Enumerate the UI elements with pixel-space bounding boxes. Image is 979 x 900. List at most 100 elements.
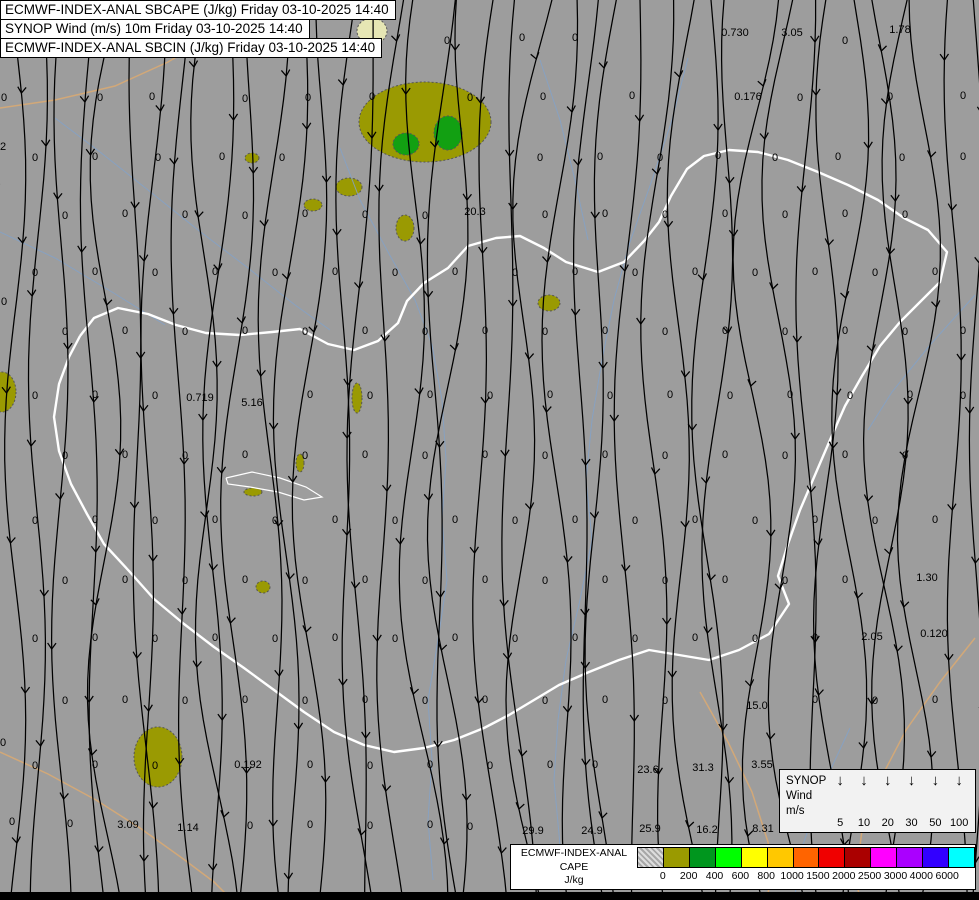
streamline-arrow-icon (213, 263, 223, 272)
streamline-arrow-icon (884, 547, 894, 556)
cape-patch (395, 214, 415, 242)
title-sbcin: ECMWF-INDEX-ANAL SBCIN (J/kg) Friday 03-… (0, 38, 383, 58)
cape-patch (351, 382, 363, 414)
streamline-arrow-icon (598, 61, 608, 70)
streamline-arrow-icon (337, 78, 348, 87)
wind-legend-line: m/s (786, 804, 805, 817)
cape-color-cell (923, 848, 950, 867)
streamline-arrow-icon (11, 836, 21, 845)
river-line (867, 294, 976, 431)
streamline (831, 0, 870, 900)
streamline-arrow-icon (619, 264, 629, 273)
streamline-arrow-icon (414, 387, 424, 396)
streamline-arrow-icon (853, 591, 864, 600)
streamline-arrow-icon (747, 378, 757, 388)
wind-speed-label: 5 (837, 817, 844, 829)
streamline-arrow-icon (515, 801, 525, 811)
cape-patch (295, 453, 305, 473)
streamline-arrow-icon (226, 616, 236, 625)
cape-tick-label: 3000 (883, 870, 908, 882)
cape-patch (255, 580, 271, 594)
wind-arrow-icon: ↓ (884, 772, 892, 789)
cape-color-cell (793, 848, 820, 867)
weather-map: 0 0 0 0.730 3.05 0 1.78 0 0 0 0 0 0 0 0 0 0.176 0 0 0 2 0 0 0 0 0… (0, 0, 979, 900)
streamline-arrow-icon (357, 828, 367, 837)
streamline-arrow-icon (497, 846, 507, 855)
streamline-arrow-icon (680, 370, 691, 379)
wind-arrow-icon: ↓ (955, 772, 963, 789)
streamline-arrow-icon (744, 829, 754, 838)
streamline (190, 0, 239, 900)
streamline-arrow-icon (474, 696, 484, 705)
streamline-arrow-icon (866, 344, 876, 353)
streamline-arrow-icon (899, 450, 909, 459)
wind-legend-line: SYNOP (786, 775, 827, 787)
streamline-arrow-icon (308, 325, 318, 334)
streamline-arrow-icon (744, 679, 755, 688)
streamline-arrow-icon (449, 343, 459, 352)
streamline-arrow-icon (974, 256, 979, 265)
streamline (666, 0, 705, 900)
wind-arrow-icon: ↓ (931, 772, 940, 789)
cape-colorbar: 0 200 400 600 800 1000 1500 2000 2500 3000 4000 600… (637, 847, 975, 889)
streamline (812, 0, 850, 900)
streamline-arrow-icon (87, 748, 98, 757)
streamline-arrow-icon (94, 845, 104, 854)
wind-speed-label: 20 (881, 817, 894, 829)
streamline-arrow-icon (877, 44, 887, 53)
streamline (50, 0, 72, 900)
cape-legend-line: J/kg (564, 874, 584, 887)
streamline (640, 0, 675, 900)
streamline-arrow-icon (769, 282, 779, 291)
streamline (202, 0, 235, 900)
streamline-arrow-icon (220, 810, 230, 819)
wind-arrow-icon: ↓ (836, 772, 844, 789)
hungary-border (52, 148, 949, 754)
streamline (862, 0, 906, 900)
streamline-arrow-icon (353, 281, 364, 290)
cape-color-cell (741, 848, 768, 867)
streamline-arrow-icon (90, 598, 100, 607)
cape-color-cell (715, 848, 742, 867)
cape-tick-label: 600 (731, 870, 750, 882)
streamline-arrow-icon (518, 749, 528, 758)
streamline-arrow-icon (524, 352, 535, 361)
streamline (761, 0, 805, 900)
bottom-bar (0, 892, 979, 900)
wind-legend-title: SYNOP Wind m/s (780, 770, 828, 832)
cape-tick-label: 0 (659, 870, 666, 882)
streamline-arrow-icon (621, 564, 631, 573)
streamline-arrow-icon (530, 51, 540, 61)
streamline-arrow-icon (524, 502, 535, 511)
cape-color-cell (767, 848, 794, 867)
river-line (54, 117, 331, 331)
streamline-arrow-icon (208, 563, 219, 572)
streamline-arrow-icon (899, 600, 910, 609)
streamline-arrow-icon (673, 70, 684, 79)
streamline-arrow-icon (566, 105, 576, 114)
streamline-arrow-icon (589, 511, 600, 520)
streamline-arrow-icon (598, 811, 608, 820)
title-sbcape: ECMWF-INDEX-ANAL SBCAPE (J/kg) Friday 03… (0, 0, 396, 20)
wind-speed-label: 100 (949, 817, 969, 829)
streamline-arrow-icon (259, 219, 269, 228)
streamline-arrow-icon (840, 291, 850, 300)
streamline-arrow-icon (863, 494, 874, 503)
cape-legend: ECMWF-INDEX-ANAL CAPE J/kg 0 200 400 600 800… (510, 844, 976, 890)
streamline-arrow-icon (236, 316, 246, 325)
wind-speed-label: 50 (929, 817, 942, 829)
cape-tick-label: 2500 (857, 870, 882, 882)
streamline (27, 0, 49, 900)
streamline-arrow-icon (651, 167, 662, 176)
streamline-arrow-icon (893, 644, 903, 653)
streamline-arrow-icon (927, 150, 937, 159)
cape-tick-label: 400 (705, 870, 724, 882)
cape-tick-label: 6000 (935, 870, 959, 882)
wind-legend-line: Wind (786, 789, 813, 802)
streamline (4, 0, 27, 900)
streamline-arrow-icon (285, 572, 295, 581)
streamline-arrow-icon (103, 298, 113, 307)
streamline-arrow-icon (59, 792, 69, 801)
streamline (541, 0, 579, 900)
streamline (505, 0, 553, 900)
